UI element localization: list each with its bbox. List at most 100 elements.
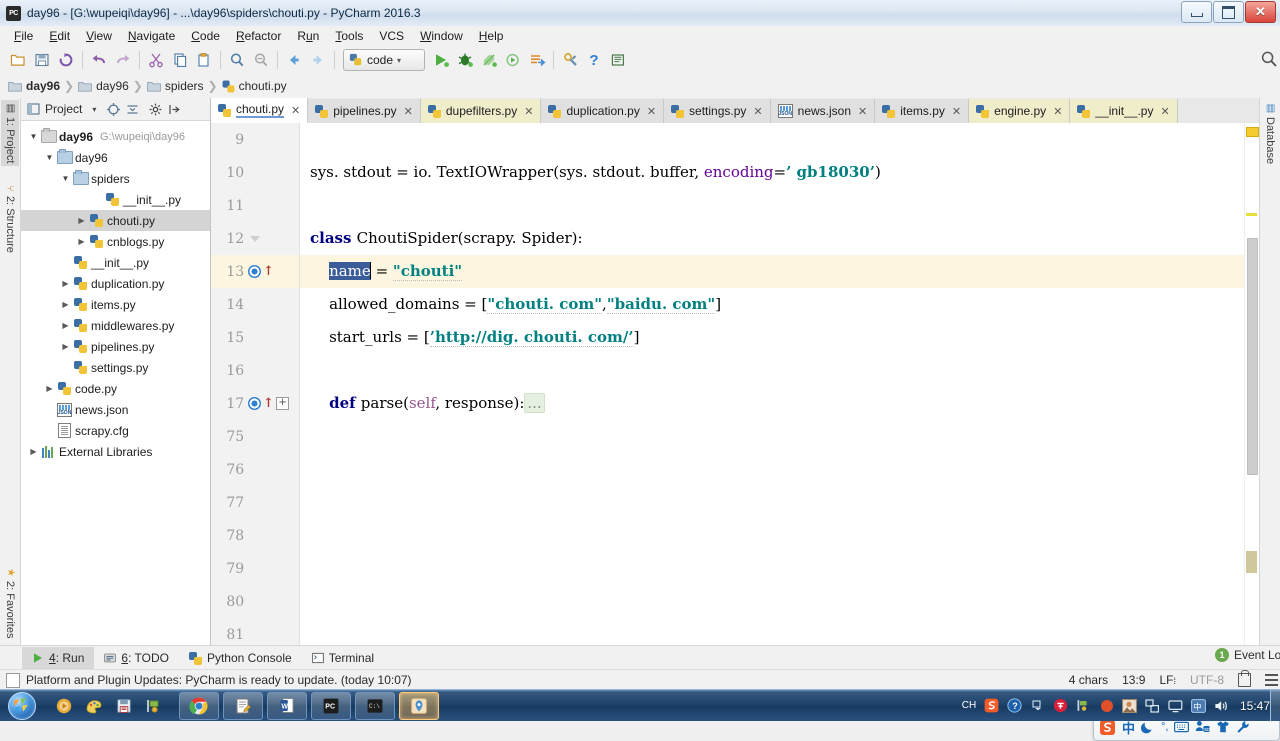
help-icon[interactable]: ? (1007, 698, 1023, 714)
collapse-all-icon[interactable] (125, 102, 139, 116)
gutter-line[interactable]: 80 (211, 585, 299, 618)
code-line[interactable] (300, 519, 1244, 552)
launcher-icon[interactable] (399, 691, 439, 720)
status-encoding[interactable]: UTF-8 (1190, 673, 1224, 687)
code-line[interactable]: allowed_domains = ["chouti. com","baidu.… (300, 288, 1244, 321)
close-icon[interactable]: ✕ (291, 104, 300, 117)
menu-navigate[interactable]: Navigate (120, 27, 183, 45)
save-icon[interactable] (109, 692, 139, 720)
code-line[interactable]: start_urls = [’http://dig. chouti. com/’… (300, 321, 1244, 354)
menu-tools[interactable]: Tools (327, 27, 371, 45)
breadcrumb-item-day96[interactable]: day96 (8, 79, 63, 93)
notepad-icon[interactable] (223, 691, 263, 720)
breadcrumb-item-spiders[interactable]: spiders (147, 79, 207, 93)
editor-tab-items-py[interactable]: items.py ✕ (875, 99, 970, 123)
code-editor[interactable]: 9 10 11 12 13 ↑ 14 15 16 17 ↑ +75 76 77 78 79 80 81 sys. … (211, 123, 1259, 645)
tree-node-spiders[interactable]: ▼ spiders (21, 168, 210, 189)
lock-icon[interactable] (1238, 670, 1251, 687)
chevron-right-icon[interactable]: ▶ (43, 384, 56, 393)
settings-wrench-icon[interactable] (1236, 720, 1250, 734)
chevron-right-icon[interactable]: ▶ (27, 447, 40, 456)
gutter-line[interactable]: 78 (211, 519, 299, 552)
pycharm-icon[interactable]: PC (311, 691, 351, 720)
code-line[interactable] (300, 123, 1244, 156)
editor-tab-duplication-py[interactable]: duplication.py ✕ (541, 99, 665, 123)
gutter-line[interactable]: 14 (211, 288, 299, 321)
forward-icon[interactable] (306, 48, 330, 72)
editor-tab-pipelines-py[interactable]: pipelines.py ✕ (308, 99, 421, 123)
save-all-icon[interactable] (30, 48, 54, 72)
tool-tab-project[interactable]: ▤ 1: Project (1, 100, 19, 167)
run-with-console-icon[interactable] (525, 48, 549, 72)
expand-icon[interactable] (1030, 698, 1046, 714)
minimize-button[interactable] (1181, 1, 1212, 23)
menu-window[interactable]: Window (412, 27, 471, 45)
code-line[interactable]: class ChoutiSpider(scrapy. Spider): (300, 222, 1244, 255)
close-icon[interactable]: ✕ (524, 105, 533, 118)
search-everywhere-icon[interactable] (606, 48, 630, 72)
debug-icon[interactable] (453, 48, 477, 72)
tree-node-middlewares-py[interactable]: ▶ middlewares.py (21, 315, 210, 336)
tool-tab-terminal[interactable]: Terminal (302, 647, 384, 669)
close-icon[interactable]: ✕ (647, 105, 656, 118)
code-line[interactable] (300, 552, 1244, 585)
tool-tab-6--todo[interactable]: 6: TODO (94, 647, 179, 669)
fold-collapse-icon[interactable] (250, 235, 261, 242)
chevron-right-icon[interactable]: ▶ (59, 342, 72, 351)
paint-icon[interactable] (79, 692, 109, 720)
gutter-line[interactable]: 79 (211, 552, 299, 585)
sogou-icon[interactable] (984, 698, 1000, 714)
tool-tab-favorites[interactable]: ★ 2: Favorites (1, 564, 19, 641)
paste-icon[interactable] (192, 48, 216, 72)
tree-node-settings-py[interactable]: settings.py (21, 357, 210, 378)
close-icon[interactable]: ✕ (1160, 105, 1169, 118)
gutter-line[interactable]: 17 ↑ + (211, 387, 299, 420)
event-log-button[interactable]: 1 Event Log (1214, 648, 1280, 662)
gutter-line[interactable]: 16 (211, 354, 299, 387)
close-icon[interactable]: ✕ (1053, 105, 1062, 118)
record-icon[interactable] (1099, 698, 1115, 714)
gutter-line[interactable]: 13 ↑ (211, 255, 299, 288)
input-mode-label[interactable]: CH (961, 698, 977, 714)
antivirus-icon[interactable] (1053, 698, 1069, 714)
settings-icon[interactable] (558, 48, 582, 72)
menu-code[interactable]: Code (183, 27, 228, 45)
tree-node-__init__-py[interactable]: __init__.py (21, 252, 210, 273)
tool-tab-structure[interactable]: ⑂ 2: Structure (1, 180, 19, 256)
taskbar-clock[interactable]: 15:47 (1240, 699, 1270, 713)
run-icon[interactable] (429, 48, 453, 72)
tree-node-scrapy-cfg[interactable]: scrapy.cfg (21, 420, 210, 441)
project-tree[interactable]: ▼ day96 G:\wupeiqi\day96 ▼ day96 ▼ spiders __in… (21, 121, 210, 645)
editor-tab-settings-py[interactable]: settings.py ✕ (664, 99, 771, 123)
editor-marker-bar[interactable] (1244, 123, 1259, 645)
gutter-line[interactable]: 9 (211, 123, 299, 156)
editor-tab-news-json[interactable]: JSON news.json ✕ (770, 99, 876, 123)
gutter-line[interactable]: 11 (211, 189, 299, 222)
ime-icon[interactable]: 中 (1191, 698, 1207, 714)
tree-node-day96[interactable]: ▼ day96 G:\wupeiqi\day96 (21, 126, 210, 147)
punctuation-icon[interactable]: °, (1161, 721, 1168, 733)
gutter-line[interactable]: 76 (211, 453, 299, 486)
cmd-icon[interactable]: C:\ (355, 691, 395, 720)
close-icon[interactable]: ✕ (753, 105, 762, 118)
open-folder-icon[interactable] (6, 48, 30, 72)
editor-tab-engine-py[interactable]: engine.py ✕ (969, 99, 1071, 123)
sync-icon[interactable] (54, 48, 78, 72)
code-line[interactable]: def parse(self, response):... (300, 387, 1244, 420)
close-icon[interactable]: ✕ (952, 105, 961, 118)
replace-icon[interactable] (249, 48, 273, 72)
menu-view[interactable]: View (78, 27, 120, 45)
close-icon[interactable]: ✕ (858, 105, 867, 118)
tree-node-day96[interactable]: ▼ day96 (21, 147, 210, 168)
chevron-right-icon[interactable]: ▶ (59, 300, 72, 309)
tree-node-duplication-py[interactable]: ▶ duplication.py (21, 273, 210, 294)
code-text-area[interactable]: sys. stdout = io. TextIOWrapper(sys. std… (300, 123, 1244, 645)
chrome-icon[interactable] (179, 691, 219, 720)
editor-scrollbar-thumb[interactable] (1247, 238, 1258, 475)
skin-icon[interactable] (1216, 720, 1230, 734)
override-method-icon[interactable] (248, 265, 262, 278)
menu-help[interactable]: Help (471, 27, 512, 45)
tree-node-news-json[interactable]: JSON news.json (21, 399, 210, 420)
tree-node-external-libraries[interactable]: ▶ External Libraries (21, 441, 210, 462)
keyboard-icon[interactable] (1174, 721, 1190, 733)
